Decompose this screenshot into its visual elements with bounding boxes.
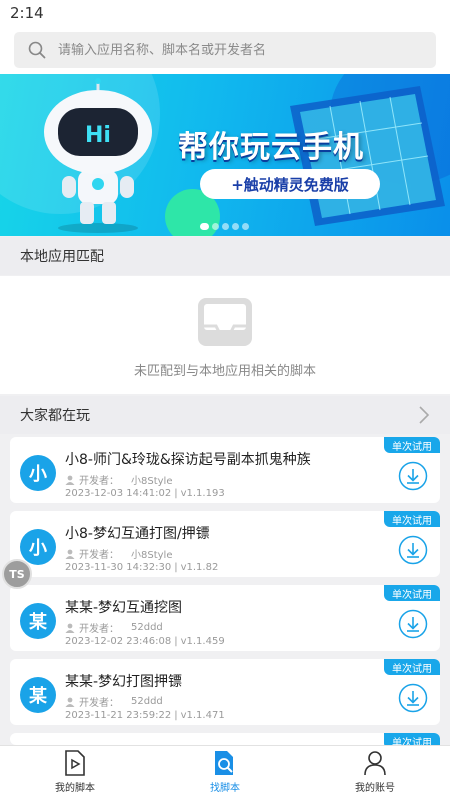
- script-avatar: 小: [20, 455, 56, 491]
- script-file-icon: [65, 750, 85, 776]
- search-icon: [28, 41, 46, 59]
- script-title: 某某-梦幻互通挖图: [65, 600, 183, 616]
- developer-name: 52ddd: [131, 622, 163, 633]
- script-date: 2023-11-21 23:59:22: [65, 710, 172, 721]
- popular-header[interactable]: 大家都在玩: [0, 396, 450, 434]
- script-card[interactable]: 小 小8-师门&玲珑&探访起号副本抓鬼种族 开发者： 小8Style 2023-…: [10, 437, 440, 503]
- script-version: v1.1.82: [180, 562, 219, 573]
- banner-subline: +触动精灵免费版: [200, 169, 380, 199]
- script-developer-row: 开发者： 小8Style: [65, 472, 172, 487]
- download-icon[interactable]: [398, 535, 428, 565]
- developer-label: 开发者：: [79, 476, 119, 487]
- trial-badge[interactable]: 单次试用: [384, 437, 440, 453]
- script-developer-row: 开发者： 52ddd: [65, 694, 163, 709]
- person-icon: [65, 623, 75, 633]
- empty-box-icon: [198, 298, 252, 346]
- tab-label: 我的账号: [355, 783, 395, 794]
- script-date: 2023-11-30 14:32:30: [65, 562, 172, 573]
- script-developer-row: 开发者： 52ddd: [65, 620, 163, 635]
- status-bar: 2:14: [0, 0, 450, 26]
- script-version: v1.1.471: [180, 710, 225, 721]
- robot-text: Hi: [85, 123, 111, 148]
- search-box[interactable]: [14, 32, 436, 68]
- popular-title: 大家都在玩: [20, 408, 90, 424]
- floating-assist-button[interactable]: TS: [2, 559, 32, 589]
- developer-label: 开发者：: [79, 624, 119, 635]
- script-avatar: 小: [20, 529, 56, 565]
- script-title: 小8-师门&玲珑&探访起号副本抓鬼种族: [65, 452, 311, 468]
- script-card[interactable]: 某 某某-梦幻互通挖图 开发者： 52ddd 2023-12-02 23:46:…: [10, 585, 440, 651]
- pagination-dot[interactable]: [232, 223, 239, 230]
- tab-label: 我的脚本: [55, 783, 95, 794]
- script-date: 2023-12-02 23:46:08: [65, 636, 172, 647]
- developer-name: 小8Style: [131, 476, 173, 487]
- download-icon[interactable]: [398, 683, 428, 713]
- script-version: v1.1.459: [180, 636, 225, 647]
- trial-badge[interactable]: 单次试用: [384, 511, 440, 527]
- search-doc-icon: [215, 751, 233, 775]
- developer-label: 开发者：: [79, 550, 119, 561]
- pagination-dot[interactable]: [222, 223, 229, 230]
- developer-label: 开发者：: [79, 698, 119, 709]
- person-icon: [65, 549, 75, 559]
- user-icon: [364, 751, 386, 776]
- trial-badge[interactable]: 单次试用: [384, 659, 440, 675]
- script-meta-row: 2023-11-30 14:32:30 | v1.1.82: [65, 562, 219, 573]
- empty-message: 未匹配到与本地应用相关的脚本: [133, 364, 316, 379]
- banner-pagination: [200, 223, 249, 230]
- pagination-dot[interactable]: [212, 223, 219, 230]
- tab-my-account[interactable]: 我的账号: [300, 746, 450, 800]
- person-icon: [65, 475, 75, 485]
- banner-headline: 帮你玩云手机: [178, 130, 364, 165]
- robot-illustration: Hi: [44, 78, 152, 233]
- local-match-header: 本地应用匹配: [0, 237, 450, 275]
- bottom-tab-bar: 我的脚本 找脚本 我的账号: [0, 745, 450, 800]
- script-developer-row: 开发者： 小8Style: [65, 546, 172, 561]
- local-match-empty: 未匹配到与本地应用相关的脚本: [0, 276, 450, 394]
- promo-banner[interactable]: Hi 帮你玩云手机 +触动精灵免费版: [0, 74, 450, 236]
- pagination-dot[interactable]: [200, 223, 209, 230]
- person-icon: [65, 697, 75, 707]
- developer-name: 小8Style: [131, 550, 173, 561]
- pagination-dot[interactable]: [242, 223, 249, 230]
- script-avatar: 某: [20, 677, 56, 713]
- tab-my-scripts[interactable]: 我的脚本: [0, 746, 150, 800]
- script-card[interactable]: 小 小8-梦幻互通打图/押镖 开发者： 小8Style 2023-11-30 1…: [10, 511, 440, 577]
- script-date: 2023-12-03 14:41:02: [65, 488, 172, 499]
- chevron-right-icon[interactable]: [418, 405, 430, 425]
- script-card[interactable]: 某 某某-梦幻打图押镖 开发者： 52ddd 2023-11-21 23:59:…: [10, 659, 440, 725]
- download-icon[interactable]: [398, 461, 428, 491]
- script-card-partial[interactable]: 单次试用: [10, 733, 440, 749]
- script-meta-row: 2023-12-02 23:46:08 | v1.1.459: [65, 636, 225, 647]
- tab-label: 找脚本: [210, 783, 240, 794]
- script-title: 小8-梦幻互通打图/押镖: [65, 526, 210, 542]
- trial-badge[interactable]: 单次试用: [384, 585, 440, 601]
- status-time: 2:14: [10, 4, 44, 22]
- script-version: v1.1.193: [180, 488, 225, 499]
- script-meta-row: 2023-12-03 14:41:02 | v1.1.193: [65, 488, 225, 499]
- script-meta-row: 2023-11-21 23:59:22 | v1.1.471: [65, 710, 225, 721]
- script-avatar: 某: [20, 603, 56, 639]
- developer-name: 52ddd: [131, 696, 163, 707]
- local-match-title: 本地应用匹配: [20, 249, 104, 265]
- script-title: 某某-梦幻打图押镖: [65, 674, 183, 690]
- search-input[interactable]: [58, 42, 418, 58]
- tab-find-scripts[interactable]: 找脚本: [150, 746, 300, 800]
- download-icon[interactable]: [398, 609, 428, 639]
